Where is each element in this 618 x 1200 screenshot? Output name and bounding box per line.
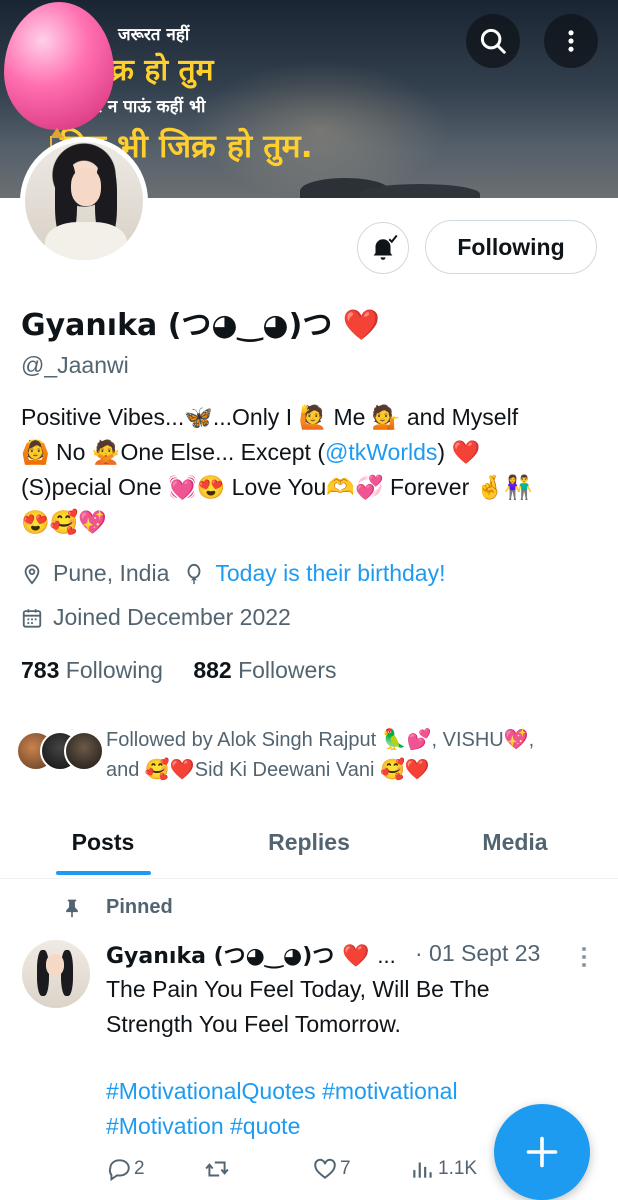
profile-meta-row: Joined December 2022 [21,604,291,631]
post-author-name[interactable]: Gyanıka (つ◕‿◕)つ ❤️ [106,938,369,970]
avatar [64,731,104,771]
more-options-button[interactable] [544,14,598,68]
post-author-avatar[interactable] [22,940,90,1008]
post-author-ellipsis: ... [377,943,396,968]
followers-count-link[interactable]: 882 Followers [193,657,336,683]
balloon-icon [187,563,201,584]
bell-subscribed-icon [373,234,398,260]
post-text-line: Strength You Feel Tomorrow. [106,1011,401,1037]
post-date[interactable]: · 01 Sept 23 [415,940,540,967]
followers-count: 882 [193,657,232,683]
more-vertical-icon [582,947,586,967]
plus-icon [526,1136,558,1168]
profile-avatar[interactable] [20,137,148,265]
location-pin-icon [24,563,40,585]
tab-replies[interactable]: Replies [206,805,412,879]
like-icon [314,1158,336,1179]
following-label: Following [65,657,163,683]
display-name-text: Gyanıka (つ◕‿◕)つ [21,308,333,343]
banner-text-line1: जरूरत नहीं [118,25,190,45]
views-button[interactable]: 1.1K [410,1156,477,1182]
followed-by-line: Followed by Alok Singh Rajput 🦜💕, VISHU💖… [106,729,535,751]
post-body: The Pain You Feel Today, Will Be The Str… [106,972,586,1042]
views-icon [413,1162,432,1178]
like-count: 7 [340,1158,351,1179]
bio-line: (S)pecial One 💓😍 Love You🫶💞 Forever 🤞👫 [21,474,533,500]
followers-label: Followers [238,657,337,683]
reply-count: 2 [134,1158,145,1179]
pinned-text: Pinned [106,896,173,918]
view-count: 1.1K [438,1158,478,1179]
profile-meta-row: Pune, India Today is their birthday! [21,560,446,587]
hashtag-line[interactable]: #MotivationalQuotes #motivational [106,1074,546,1109]
hashtag-line[interactable]: #Motivation #quote [106,1109,546,1144]
pin-icon [66,899,78,917]
followed-by-text[interactable]: Followed by Alok Singh Rajput 🦜💕, VISHU💖… [106,725,611,785]
bio-line: 🙆 No 🙅One Else... Except (@tkWorlds) ❤️ [21,435,611,470]
followed-by-avatars[interactable] [16,731,104,773]
profile-bio: Positive Vibes...🦋...Only I 🙋 Me 💁 and M… [21,400,611,540]
pinned-label: Pinned [62,896,173,919]
birthday-balloon [4,2,114,130]
followed-by-line: and 🥰❤️Sid Ki Deewani Vani 🥰❤️ [106,759,430,781]
following-count: 783 [21,657,60,683]
repost-icon [205,1161,229,1177]
post-author-text: Gyanıka (つ◕‿◕)つ [106,944,335,969]
search-button[interactable] [466,14,520,68]
bio-line: Positive Vibes...🦋...Only I 🙋 Me 💁 and M… [21,404,519,430]
tab-posts[interactable]: Posts [0,805,206,879]
profile-joined-date: Joined December 2022 [53,604,291,630]
notifications-button[interactable] [357,222,409,274]
tab-media[interactable]: Media [412,805,618,879]
reply-icon [108,1159,130,1182]
post-text-line: The Pain You Feel Today, Will Be The [106,976,490,1002]
profile-display-name: Gyanıka (つ◕‿◕)つ ❤️ [21,300,380,344]
profile-tabs: Posts Replies Media [0,805,618,879]
following-count-link[interactable]: 783 Following [21,657,163,683]
display-name-emoji: ❤️ [342,308,381,343]
search-icon [480,28,506,54]
follow-counts: 783 Following 882 Followers [21,657,337,684]
profile-handle: @_Jaanwi [21,352,129,378]
post-author-emoji: ❤️ [341,944,370,969]
reply-button[interactable]: 2 [106,1156,145,1182]
calendar-icon [22,608,42,628]
post-header: Gyanıka (つ◕‿◕)つ ❤️ ... [106,938,396,970]
bio-text: 🙆 No 🙅One Else... Except ( [21,439,325,465]
following-button[interactable]: Following [425,220,597,274]
repost-button[interactable] [204,1156,232,1182]
like-button[interactable]: 7 [312,1156,351,1182]
profile-birthday: Today is their birthday! [215,560,446,586]
profile-location: Pune, India [53,560,170,586]
post-actions: 2 7 1.1K [106,1156,486,1186]
more-vertical-icon [568,30,574,52]
bio-mention-link[interactable]: @tkWorlds [325,439,437,465]
bio-line: 😍🥰💖 [21,509,107,535]
bio-text: ) ❤️ [437,439,481,465]
tab-active-indicator [56,871,151,875]
compose-post-button[interactable] [494,1104,590,1200]
post-hashtags[interactable]: #MotivationalQuotes #motivational #Motiv… [106,1074,546,1144]
post-more-button[interactable] [574,944,594,970]
